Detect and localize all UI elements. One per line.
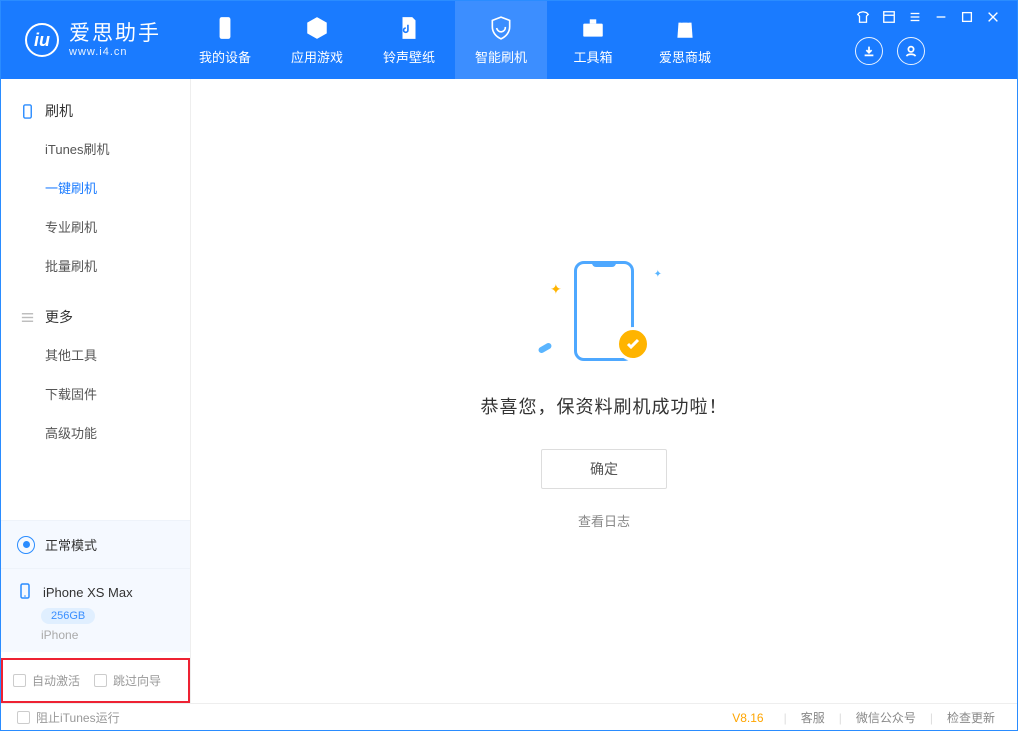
phone-icon	[212, 15, 238, 41]
list-icon	[19, 309, 35, 325]
tab-apps-games[interactable]: 应用游戏	[271, 1, 363, 79]
footer-link-support[interactable]: 客服	[795, 709, 831, 726]
view-log-link[interactable]: 查看日志	[578, 511, 630, 530]
section-title: 刷机	[45, 101, 73, 121]
music-file-icon	[396, 15, 422, 41]
user-icon[interactable]	[897, 37, 925, 65]
checkbox-label: 阻止iTunes运行	[36, 709, 120, 726]
app-header: iu 爱思助手 www.i4.cn 我的设备 应用游戏 铃声壁纸 智能刷机 工具…	[1, 1, 1017, 79]
maximize-icon[interactable]	[959, 9, 975, 25]
device-name: iPhone XS Max	[43, 585, 133, 600]
tab-label: 应用游戏	[291, 47, 343, 66]
checkbox-label: 自动激活	[32, 672, 80, 689]
sidebar-item-itunes-flash[interactable]: iTunes刷机	[1, 129, 190, 168]
checkmark-badge-icon	[616, 327, 650, 361]
device-type: iPhone	[17, 628, 174, 642]
tab-label: 智能刷机	[475, 47, 527, 66]
tab-label: 铃声壁纸	[383, 47, 435, 66]
device-icon	[19, 103, 35, 119]
checkbox-icon	[94, 674, 107, 687]
tab-ringtone-wallpaper[interactable]: 铃声壁纸	[363, 1, 455, 79]
checkbox-icon	[17, 711, 30, 724]
cube-icon	[304, 15, 330, 41]
sidebar-item-oneclick-flash[interactable]: 一键刷机	[1, 168, 190, 207]
checkbox-auto-activate[interactable]: 自动激活	[13, 672, 80, 689]
success-message: 恭喜您，保资料刷机成功啦！	[481, 393, 728, 419]
device-mode-status[interactable]: 正常模式	[1, 520, 190, 568]
success-illustration: ✦ ✦	[544, 253, 664, 373]
window-controls	[855, 9, 1007, 25]
accent-icon	[537, 341, 552, 353]
tab-toolbox[interactable]: 工具箱	[547, 1, 639, 79]
footer-link-update[interactable]: 检查更新	[941, 709, 1001, 726]
section-title: 更多	[45, 307, 73, 327]
nav-tabs: 我的设备 应用游戏 铃声壁纸 智能刷机 工具箱 爱思商城	[179, 1, 731, 79]
checkbox-icon	[13, 674, 26, 687]
minimize-icon[interactable]	[933, 9, 949, 25]
logo-area: iu 爱思助手 www.i4.cn	[1, 1, 179, 79]
tab-smart-flash[interactable]: 智能刷机	[455, 1, 547, 79]
status-bar: 阻止iTunes运行 V8.16 | 客服 | 微信公众号 | 检查更新	[1, 703, 1017, 731]
shopping-bag-icon	[672, 15, 698, 41]
storage-badge: 256GB	[41, 608, 95, 624]
sidebar-item-advanced[interactable]: 高级功能	[1, 413, 190, 452]
checkbox-block-itunes[interactable]: 阻止iTunes运行	[17, 709, 120, 726]
logo-icon: iu	[25, 23, 59, 57]
layout-icon[interactable]	[881, 9, 897, 25]
briefcase-icon	[580, 15, 606, 41]
version-label: V8.16	[732, 711, 763, 725]
sparkle-icon: ✦	[550, 281, 562, 298]
tab-store[interactable]: 爱思商城	[639, 1, 731, 79]
sidebar-item-download-firmware[interactable]: 下载固件	[1, 374, 190, 413]
sidebar-section-flash: 刷机	[1, 93, 190, 129]
sidebar-section-more: 更多	[1, 299, 190, 335]
sidebar-item-batch-flash[interactable]: 批量刷机	[1, 246, 190, 285]
tab-label: 爱思商城	[659, 47, 711, 66]
phone-notch-icon	[592, 261, 616, 267]
tab-label: 工具箱	[573, 47, 612, 66]
footer-link-wechat[interactable]: 微信公众号	[850, 709, 922, 726]
app-subtitle: www.i4.cn	[69, 46, 161, 58]
checkbox-label: 跳过向导	[113, 672, 161, 689]
sidebar-item-pro-flash[interactable]: 专业刷机	[1, 207, 190, 246]
flash-options-highlighted: 自动激活 跳过向导	[1, 658, 190, 703]
app-title: 爱思助手	[69, 22, 161, 45]
status-dot-icon	[17, 536, 35, 554]
download-icon[interactable]	[855, 37, 883, 65]
refresh-shield-icon	[488, 15, 514, 41]
tab-label: 我的设备	[199, 47, 251, 66]
phone-outline-icon	[17, 583, 33, 602]
device-info-panel[interactable]: iPhone XS Max 256GB iPhone	[1, 568, 190, 652]
ok-button[interactable]: 确定	[541, 449, 667, 489]
shirt-icon[interactable]	[855, 9, 871, 25]
menu-icon[interactable]	[907, 9, 923, 25]
sidebar: 刷机 iTunes刷机 一键刷机 专业刷机 批量刷机 更多 其他工具 下载固件 …	[1, 79, 191, 703]
sparkle-icon: ✦	[654, 269, 662, 280]
close-icon[interactable]	[985, 9, 1001, 25]
sidebar-item-other-tools[interactable]: 其他工具	[1, 335, 190, 374]
main-content: ✦ ✦ 恭喜您，保资料刷机成功啦！ 确定 查看日志	[191, 79, 1017, 703]
checkbox-skip-guide[interactable]: 跳过向导	[94, 672, 161, 689]
tab-my-device[interactable]: 我的设备	[179, 1, 271, 79]
status-label: 正常模式	[45, 535, 97, 554]
